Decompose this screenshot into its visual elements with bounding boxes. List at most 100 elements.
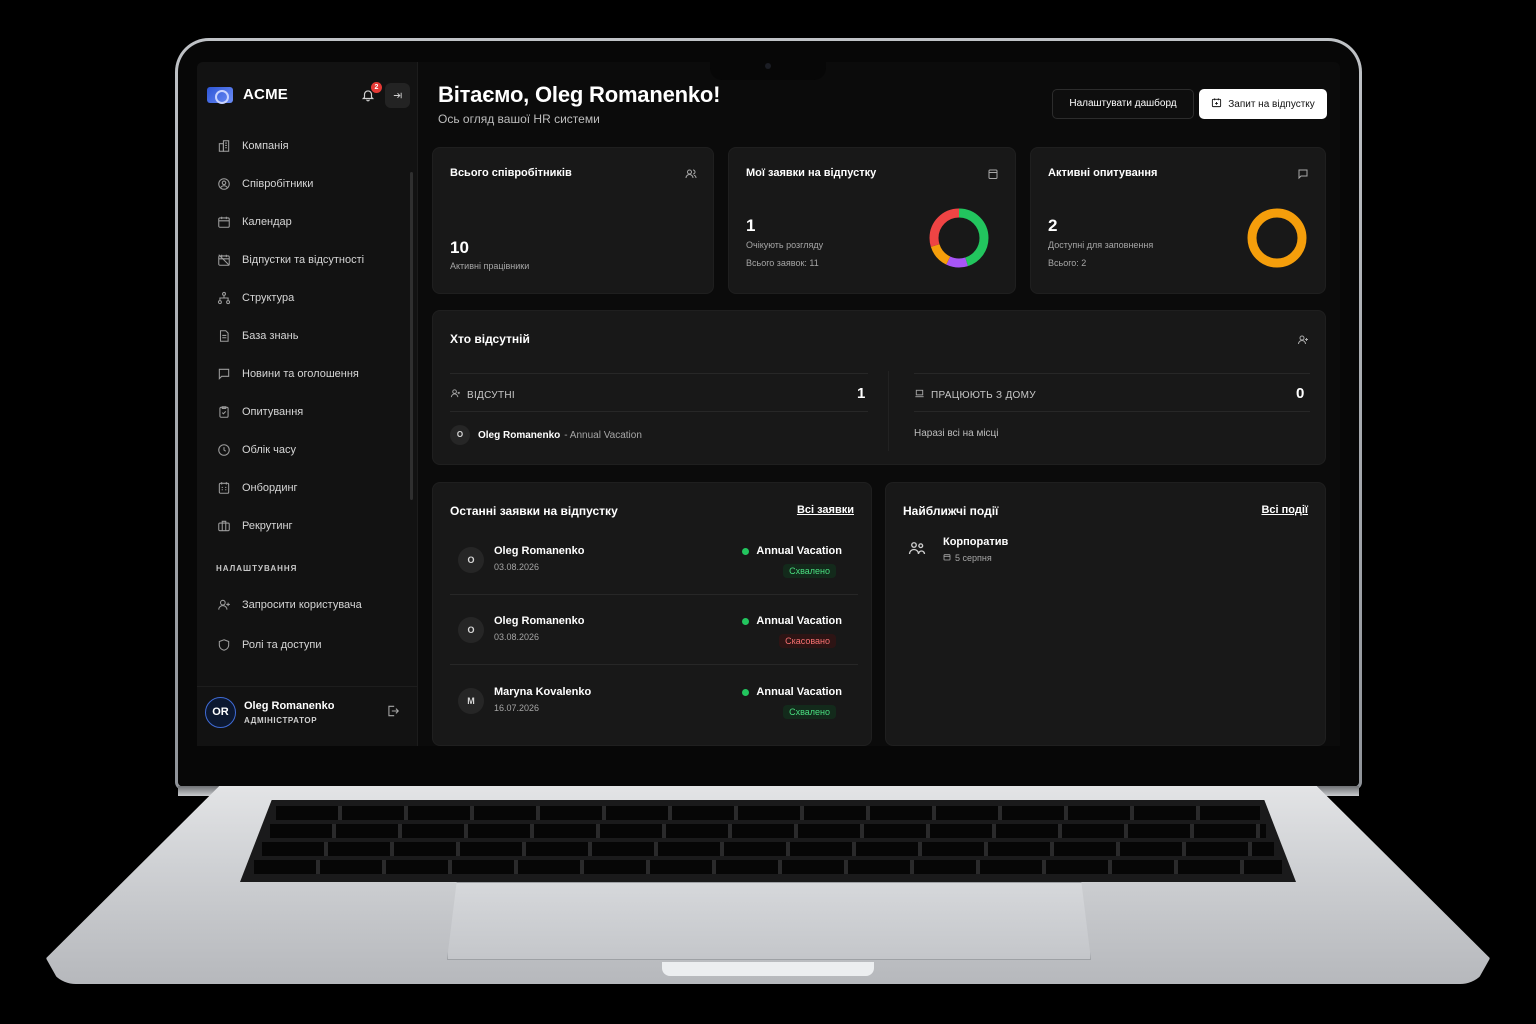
sidebar-item-surveys[interactable]: Опитування (197, 393, 418, 431)
sidebar-item-vacations[interactable]: Відпустки та відсутності (197, 241, 418, 279)
brand[interactable]: ACME (207, 86, 288, 104)
message-small-icon (1297, 167, 1309, 180)
users-icon (685, 167, 697, 179)
settings-nav: Запросити користувача Ролі та доступи (197, 585, 418, 665)
avatar: O (458, 617, 484, 643)
status-dot (742, 688, 750, 696)
card-title: Найближчі події (903, 504, 999, 518)
sidebar-item-time-tracking[interactable]: Облік часу (197, 431, 418, 469)
trackpad (447, 882, 1091, 960)
calendar-plus-icon (1211, 97, 1222, 111)
status-badge: Схвалено (783, 564, 836, 578)
request-type-label: Annual Vacation (756, 615, 842, 627)
sidebar-item-structure[interactable]: Структура (197, 279, 418, 317)
camera-notch (710, 58, 826, 80)
current-user[interactable]: OR Oleg Romanenko АДМІНІСТРАТОР (197, 686, 418, 746)
keyboard (240, 800, 1296, 882)
sidebar-item-company[interactable]: Компанія (197, 127, 418, 165)
building-icon (217, 139, 231, 153)
laptop-lip (662, 962, 874, 976)
sidebar-item-invite-user[interactable]: Запросити користувача (197, 585, 418, 625)
sidebar-item-label: Онбординг (242, 482, 298, 494)
sidebar: ACME 2 Компанія Співробітники Календар В… (197, 62, 418, 746)
org-structure-icon (217, 291, 231, 305)
screen-bezel (178, 748, 1359, 786)
sidebar-item-label: Ролі та доступи (242, 639, 322, 651)
request-name: Oleg Romanenko (494, 615, 585, 627)
sidebar-item-news[interactable]: Новини та оголошення (197, 355, 418, 393)
sidebar-item-label: Структура (242, 292, 295, 304)
notification-badge: 2 (371, 82, 382, 93)
stat-value: 2 (1048, 216, 1058, 235)
customize-dashboard-button[interactable]: Налаштувати дашборд (1052, 89, 1194, 119)
sidebar-item-recruiting[interactable]: Рекрутинг (197, 507, 418, 545)
vacation-request-button[interactable]: Запит на відпустку (1199, 89, 1327, 119)
sidebar-item-label: Облік часу (242, 444, 296, 456)
stat-caption: Очікують розгляду (746, 240, 824, 250)
upcoming-events-card: Найближчі події Всі події Корпоратив 5 с… (885, 482, 1326, 746)
sidebar-item-knowledge-base[interactable]: База знань (197, 317, 418, 355)
sidebar-nav: Компанія Співробітники Календар Відпустк… (197, 127, 418, 545)
acme-logo-icon (207, 86, 233, 104)
stat-total: Всього заявок: 11 (746, 258, 819, 268)
request-date: 03.08.2026 (494, 562, 540, 572)
remote-empty-text: Наразі всі на місці (914, 428, 999, 439)
employees-stat-card[interactable]: Всього співробітників 10 Активні працівн… (432, 147, 714, 294)
table-row[interactable]: O Oleg Romanenko 03.08.2026 Annual Vacat… (450, 609, 858, 679)
collapse-sidebar-button[interactable] (385, 83, 410, 108)
absent-person[interactable]: O Oleg Romanenko - Annual Vacation (450, 425, 642, 445)
request-type: Annual Vacation (742, 615, 842, 627)
message-icon (217, 367, 231, 381)
main-content: Вітаємо, Oleg Romanenko! Ось огляд вашої… (418, 62, 1340, 746)
user-circle-icon (217, 177, 231, 191)
settings-section-title: НАЛАШТУВАННЯ (216, 564, 298, 573)
calendar-small-icon (987, 167, 999, 179)
people-icon (908, 539, 926, 562)
absent-count: 1 (857, 385, 866, 402)
event-item[interactable]: Корпоратив 5 серпня (903, 535, 1203, 569)
laptop-mockup: ACME 2 Компанія Співробітники Календар В… (0, 0, 1536, 1024)
page-subtitle: Ось огляд вашої HR системи (438, 112, 600, 126)
sidebar-item-label: Новини та оголошення (242, 368, 359, 380)
page-title: Вітаємо, Oleg Romanenko! (438, 82, 721, 107)
absent-person-name: Oleg Romanenko (478, 429, 561, 441)
all-requests-link[interactable]: Всі заявки (797, 504, 854, 516)
status-badge: Скасовано (779, 634, 836, 648)
shield-icon (217, 638, 231, 652)
requests-ring-chart (929, 208, 989, 268)
sidebar-item-roles[interactable]: Ролі та доступи (197, 625, 418, 665)
status-dot (742, 617, 750, 625)
all-events-link[interactable]: Всі події (1261, 504, 1308, 516)
my-requests-stat-card[interactable]: Мої заявки на відпустку 1 Очікують розгл… (728, 147, 1016, 294)
sidebar-item-label: Рекрутинг (242, 520, 293, 532)
user-role: АДМІНІСТРАТОР (244, 716, 318, 725)
request-name: Maryna Kovalenko (494, 686, 592, 698)
card-title: Останні заявки на відпустку (450, 504, 618, 518)
avatar: OR (205, 697, 236, 728)
sidebar-item-onboarding[interactable]: Онбординг (197, 469, 418, 507)
remote-count: 0 (1296, 385, 1305, 402)
table-row[interactable]: O Oleg Romanenko 03.08.2026 Annual Vacat… (450, 539, 858, 609)
remote-label: ПРАЦЮЮТЬ З ДОМУ (931, 389, 1036, 401)
sidebar-scrollbar[interactable] (410, 172, 413, 500)
table-row[interactable]: M Maryna Kovalenko 16.07.2026 Annual Vac… (450, 680, 858, 746)
sidebar-item-employees[interactable]: Співробітники (197, 165, 418, 203)
sidebar-item-label: Компанія (242, 140, 289, 152)
card-title: Хто відсутній (450, 332, 530, 346)
surveys-stat-card[interactable]: Активні опитування 2 Доступні для заповн… (1030, 147, 1326, 294)
who-is-absent-card: Хто відсутній ВІДСУТНІ 1 O Oleg Romanenk… (432, 310, 1326, 465)
calendar-off-icon (217, 253, 231, 267)
sidebar-item-label: База знань (242, 330, 299, 342)
absent-label: ВІДСУТНІ (467, 389, 515, 401)
column-divider (888, 371, 889, 451)
laptop-icon (914, 388, 925, 402)
sidebar-item-calendar[interactable]: Календар (197, 203, 418, 241)
status-dot (742, 547, 750, 555)
calendar-tiny-icon (943, 553, 951, 563)
status-badge: Схвалено (783, 705, 836, 719)
divider (450, 664, 858, 665)
event-date: 5 серпня (943, 553, 992, 563)
logout-icon[interactable] (386, 704, 400, 718)
sidebar-item-label: Календар (242, 216, 292, 228)
request-type: Annual Vacation (742, 545, 842, 557)
